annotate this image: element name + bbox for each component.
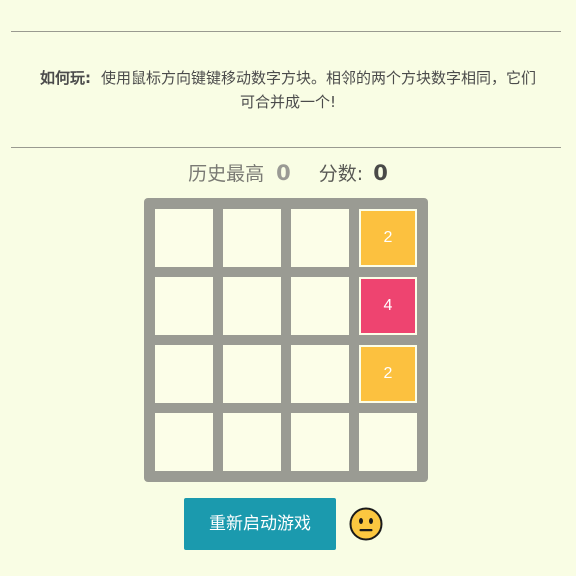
board-cell [359,413,417,471]
board-cell [291,277,349,335]
how-to-play: 如何玩: 使用鼠标方向键键移动数字方块。相邻的两个方块数字相同，它们可合并成一个! [40,66,536,114]
board-cell [291,209,349,267]
board-cell [223,277,281,335]
board-cell [291,345,349,403]
board-cell [155,413,213,471]
number-tile: 4 [361,279,415,333]
board-cell [155,277,213,335]
top-divider [11,31,561,32]
number-tile: 2 [361,347,415,401]
board-cell [223,413,281,471]
score-label: 分数: [318,163,364,185]
best-score-label: 历史最高 [188,163,265,185]
board-cell [291,413,349,471]
best-score-value: 0 [276,161,291,185]
restart-game-button[interactable]: 重新启动游戏 [184,498,336,550]
how-to-play-label: 如何玩: [40,69,91,87]
score-value: 0 [373,161,388,185]
board-cell [155,345,213,403]
score-bar: 历史最高 0 分数: 0 [0,158,576,189]
bottom-divider [11,147,561,148]
how-to-play-text: 使用鼠标方向键键移动数字方块。相邻的两个方块数字相同，它们可合并成一个! [101,69,537,111]
board-cell [223,345,281,403]
neutral-face-icon [349,507,383,541]
board-cell [223,209,281,267]
board-cell [155,209,213,267]
number-tile: 2 [361,211,415,265]
game-board[interactable]: 2 4 2 [144,198,428,482]
